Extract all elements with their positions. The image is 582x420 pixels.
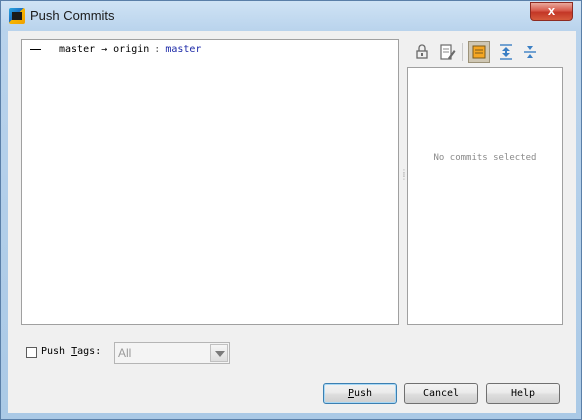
expand-all-icon[interactable]: [495, 41, 517, 63]
chevron-down-icon[interactable]: [210, 344, 228, 362]
cancel-button[interactable]: Cancel: [404, 383, 478, 404]
details-toolbar: [411, 41, 571, 65]
push-commits-dialog: Push Commits x master → origin: master ⋮ ⋮: [0, 0, 582, 420]
dialog-content: master → origin: master ⋮ ⋮ No commits sel: [8, 31, 576, 413]
help-button[interactable]: Help: [486, 383, 560, 404]
push-button-label: ush: [353, 388, 373, 399]
push-tags-select-value: All: [118, 346, 132, 360]
toolbar-separator: [462, 43, 463, 61]
commit-icon[interactable]: [411, 41, 433, 63]
empty-details-text: No commits selected: [433, 153, 537, 163]
remote-name: origin: [113, 44, 150, 55]
close-button[interactable]: x: [530, 2, 573, 21]
push-tree-panel: master → origin: master: [21, 39, 399, 325]
webstorm-app-icon: [9, 8, 25, 24]
push-target-row[interactable]: master → origin: master: [30, 44, 201, 55]
preview-icon[interactable]: [468, 41, 490, 63]
push-button[interactable]: Push: [323, 383, 397, 404]
push-tags-select[interactable]: All: [114, 342, 230, 364]
remote-branch-link[interactable]: master: [165, 44, 201, 55]
local-branch: master: [59, 44, 96, 55]
push-tags-checkbox[interactable]: [26, 347, 37, 358]
push-tags-label[interactable]: Push Tags:: [41, 346, 101, 357]
tags-label-start: Push: [41, 346, 72, 357]
branch-separator: :: [154, 44, 161, 55]
title-bar[interactable]: Push Commits x: [1, 1, 581, 31]
arrow-right-icon: →: [101, 44, 108, 55]
collapse-all-icon[interactable]: [519, 41, 541, 63]
edit-icon[interactable]: [436, 41, 458, 63]
commit-details-panel: No commits selected: [407, 67, 563, 325]
tags-label-end: ags:: [77, 346, 102, 357]
window-title: Push Commits: [30, 8, 115, 23]
tree-line-icon: [30, 48, 41, 50]
